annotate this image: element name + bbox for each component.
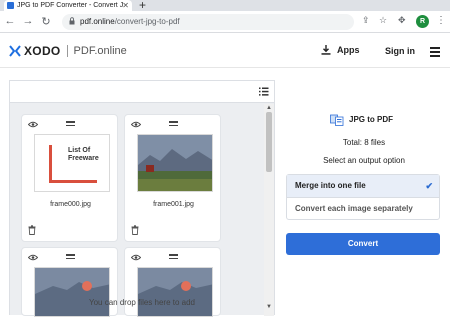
site-header: XODO PDF.online Apps Sign in <box>0 34 450 68</box>
browser-menu-icon[interactable]: ⋮ <box>436 15 446 26</box>
drop-hint-text: You can drop files here to add <box>88 298 195 307</box>
thumbnail-logo-tile: List Of Freeware <box>49 145 99 183</box>
xodo-logo-icon <box>9 45 21 57</box>
thumbnail-logo-text: List Of Freeware <box>68 147 99 162</box>
option-merge[interactable]: Merge into one file ✔ <box>287 175 439 197</box>
files-panel: List Of Freeware frame000.jpg frame001.j… <box>9 80 275 317</box>
scroll-down-icon[interactable]: ▼ <box>266 304 272 310</box>
file-thumbnail: List Of Freeware <box>34 134 110 192</box>
preview-eye-icon[interactable] <box>131 254 141 261</box>
site-logo[interactable]: XODO PDF.online <box>9 44 127 58</box>
scroll-up-icon[interactable]: ▲ <box>266 105 272 111</box>
option-separate[interactable]: Convert each image separately <box>287 197 439 219</box>
output-options: Merge into one file ✔ Convert each image… <box>286 174 440 220</box>
jpg-to-pdf-icon <box>330 114 344 126</box>
back-icon[interactable]: ← <box>4 15 16 27</box>
files-scrollbar[interactable]: ▲ ▼ <box>264 104 274 316</box>
download-icon <box>321 45 331 55</box>
file-card[interactable]: frame001.jpg <box>124 114 221 242</box>
tab-close-icon[interactable]: ✕ <box>122 0 129 11</box>
drag-handle-icon[interactable] <box>169 254 178 261</box>
tab-title: JPG to PDF Converter - Convert J <box>17 2 124 9</box>
sunset-image <box>35 268 109 316</box>
sign-in-button[interactable]: Sign in <box>385 46 415 56</box>
address-bar[interactable]: pdf.online/convert-jpg-to-pdf <box>62 14 354 30</box>
scrollbar-thumb[interactable] <box>266 112 272 172</box>
convert-button[interactable]: Convert <box>286 233 440 255</box>
file-thumbnail <box>137 134 213 192</box>
apps-label: Apps <box>337 45 360 55</box>
file-name: frame001.jpg <box>153 201 194 208</box>
option-separate-label: Convert each image separately <box>295 204 413 213</box>
profile-avatar[interactable]: R <box>416 15 429 28</box>
extensions-icon[interactable]: ✥ <box>398 15 406 26</box>
drag-handle-icon[interactable] <box>169 121 178 128</box>
list-view-icon[interactable] <box>256 84 271 99</box>
file-card[interactable]: List Of Freeware frame000.jpg <box>21 114 118 242</box>
url-path: /convert-jpg-to-pdf <box>114 17 180 26</box>
url-text: pdf.online/convert-jpg-to-pdf <box>80 17 180 26</box>
converter-title-text: JPG to PDF <box>349 115 394 124</box>
drag-handle-icon[interactable] <box>66 121 75 128</box>
logo-divider <box>66 45 68 57</box>
file-thumbnail <box>34 267 110 317</box>
converter-title: JPG to PDF <box>330 113 393 126</box>
file-thumbnail <box>137 267 213 317</box>
delete-trash-icon[interactable] <box>131 225 139 235</box>
drag-handle-icon[interactable] <box>66 254 75 261</box>
sub-brand-name: PDF.online <box>73 45 127 57</box>
preview-eye-icon[interactable] <box>28 254 38 261</box>
preview-eye-icon[interactable] <box>28 121 38 128</box>
favicon-icon <box>7 2 14 9</box>
share-icon[interactable]: ⇪ <box>362 15 370 26</box>
browser-tab[interactable]: JPG to PDF Converter - Convert J ✕ <box>4 0 132 11</box>
landscape-image <box>138 135 212 191</box>
browser-toolbar: ← → ↻ pdf.online/convert-jpg-to-pdf ⇪ ☆ … <box>0 11 450 33</box>
file-name: frame000.jpg <box>50 201 91 208</box>
url-domain: pdf.online <box>80 17 115 26</box>
files-panel-header <box>10 81 274 103</box>
lock-icon <box>69 17 75 25</box>
bookmark-star-icon[interactable]: ☆ <box>379 15 387 26</box>
total-files-count: Total: 8 files <box>342 138 386 147</box>
delete-trash-icon[interactable] <box>28 225 36 235</box>
checkmark-icon: ✔ <box>425 181 433 191</box>
preview-eye-icon[interactable] <box>131 121 141 128</box>
forward-icon[interactable]: → <box>22 15 34 27</box>
brand-name: XODO <box>24 44 61 58</box>
option-merge-label: Merge into one file <box>295 181 366 190</box>
browser-tabstrip: JPG to PDF Converter - Convert J ✕ + <box>0 0 450 12</box>
sunset-image <box>138 268 212 316</box>
output-option-prompt: Select an output option <box>323 156 405 165</box>
apps-button[interactable]: Apps <box>321 45 360 55</box>
hamburger-menu-icon[interactable] <box>430 47 440 59</box>
reload-icon[interactable]: ↻ <box>40 15 52 28</box>
